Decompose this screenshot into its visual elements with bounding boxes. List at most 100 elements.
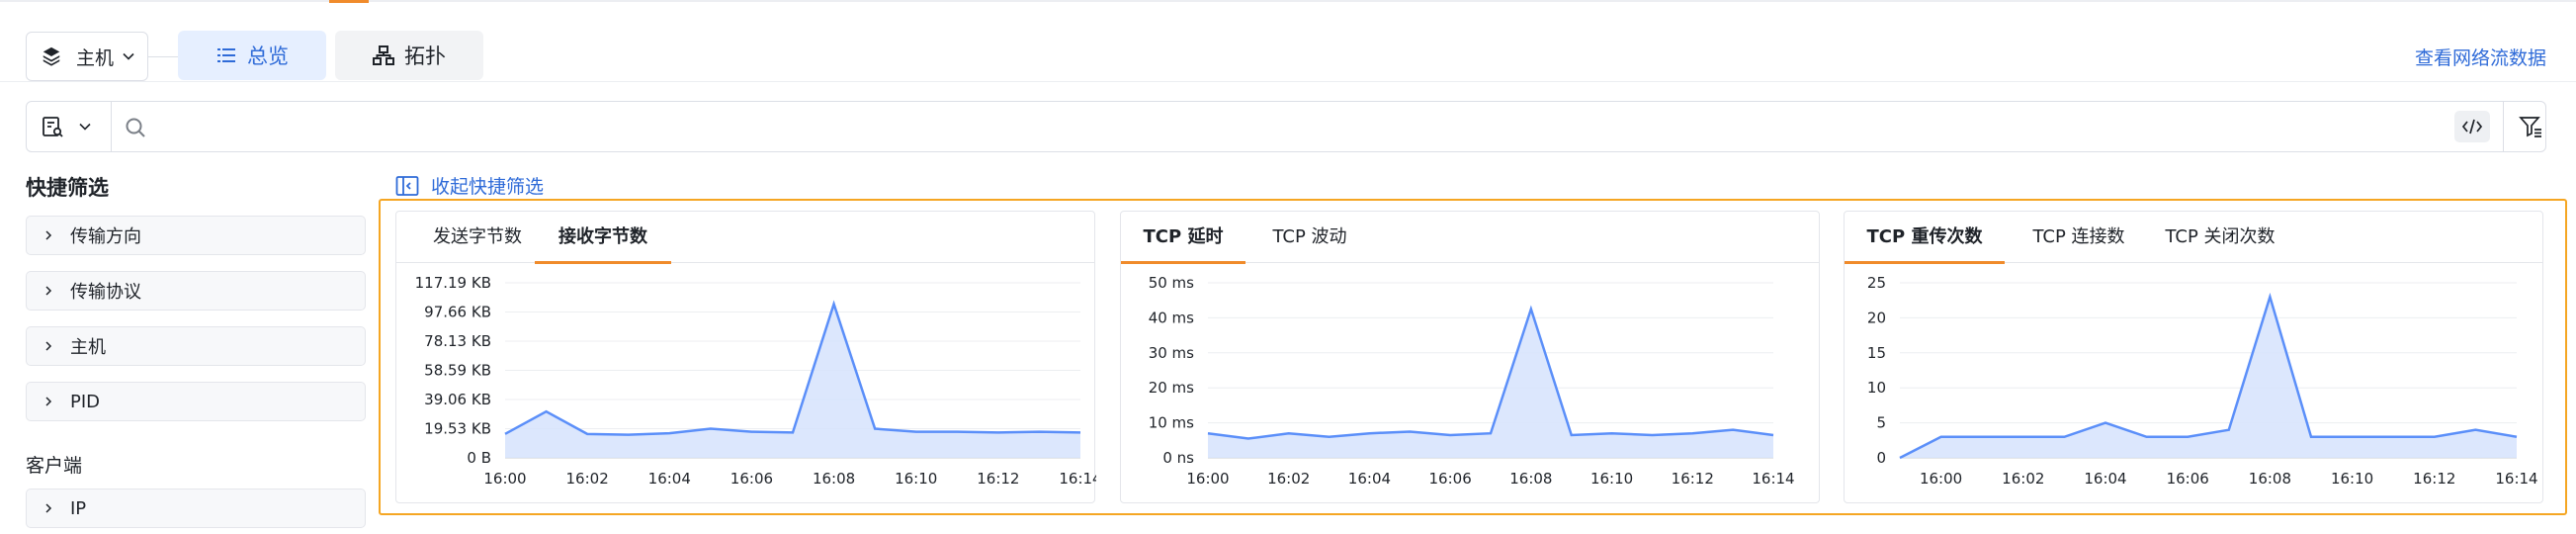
- tcp-retrans-chart-card: TCP 重传次数 TCP 连接数 TCP 关闭次数 0 5 10 15 20 25 16:00 16…: [1844, 211, 2543, 503]
- chart-tab[interactable]: 发送字节数: [408, 212, 547, 263]
- chevron-down-icon: [123, 52, 134, 60]
- y-tick-label: 15: [1867, 344, 1886, 362]
- y-tick-label: 20: [1867, 309, 1886, 326]
- filter-settings-icon[interactable]: [2518, 114, 2543, 139]
- x-tick-label: 16:02: [2002, 470, 2044, 488]
- x-tick-label: 16:06: [1429, 470, 1472, 488]
- document-icon: [43, 117, 63, 137]
- filter-item-2[interactable]: 主机: [26, 326, 366, 366]
- chevron-right-icon: [45, 341, 52, 351]
- y-tick-label: 58.59 KB: [424, 362, 491, 380]
- y-tick-label: 19.53 KB: [424, 420, 491, 438]
- y-tick-label: 0 B: [467, 449, 491, 467]
- y-tick-label: 0 ns: [1162, 449, 1194, 467]
- x-tick-label: 16:08: [2249, 470, 2291, 488]
- x-tick-label: 16:14: [1752, 470, 1794, 488]
- collapse-quick-filter-label: 收起快捷筛选: [431, 176, 545, 198]
- series-area: [1208, 309, 1773, 458]
- query-bar: [26, 101, 2546, 152]
- client-section-title: 客户端: [26, 455, 83, 477]
- x-tick-label: 16:04: [2084, 470, 2126, 488]
- x-tick-label: 16:02: [1267, 470, 1310, 488]
- top-border: [0, 0, 2576, 2]
- searchbar-divider: [2503, 102, 2504, 151]
- chart-tab[interactable]: TCP 延时: [1121, 212, 1245, 264]
- chevron-right-icon: [45, 286, 52, 296]
- x-tick-label: 16:08: [1509, 470, 1552, 488]
- x-tick-label: 16:06: [730, 470, 773, 488]
- tab-topology-label: 拓扑: [404, 44, 446, 68]
- series-line: [1207, 305, 1774, 440]
- chevron-right-icon: [45, 230, 52, 240]
- y-tick-label: 20 ms: [1149, 379, 1194, 397]
- chart-tab[interactable]: TCP 波动: [1255, 212, 1364, 263]
- collapse-panel-icon: [395, 175, 419, 196]
- x-tick-label: 16:14: [1059, 470, 1096, 488]
- chart-tabs: TCP 延时 TCP 波动: [1121, 212, 1819, 264]
- filter-item-label: 传输协议: [70, 282, 141, 303]
- series-line: [504, 300, 1081, 436]
- tab-overview[interactable]: 总览: [178, 31, 326, 80]
- chart-tab[interactable]: TCP 重传次数: [1845, 212, 2005, 264]
- topology-icon: [373, 45, 394, 65]
- filter-item-0[interactable]: 传输方向: [26, 216, 366, 255]
- chevron-right-icon: [45, 503, 52, 513]
- x-tick-label: 16:14: [2495, 470, 2537, 488]
- collapse-quick-filter-link[interactable]: 收起快捷筛选: [395, 172, 544, 199]
- view-flow-data-link[interactable]: 查看网络流数据: [2415, 44, 2546, 70]
- cube-icon: [43, 46, 60, 66]
- y-tick-label: 25: [1867, 274, 1886, 292]
- x-tick-label: 16:00: [1920, 470, 1962, 488]
- query-mode-select[interactable]: [27, 102, 112, 151]
- header-divider: [0, 81, 2576, 82]
- search-icon: [126, 118, 145, 137]
- host-select-label: 主机: [76, 46, 115, 69]
- host-type-select[interactable]: 主机: [26, 32, 148, 81]
- list-icon: [217, 48, 235, 62]
- active-page-indicator: [329, 0, 369, 3]
- filter-item-3[interactable]: PID: [26, 382, 366, 421]
- chart-tabs: 发送字节数 接收字节数: [396, 212, 1094, 264]
- x-tick-label: 16:12: [1672, 470, 1714, 488]
- chart-plot: 0 ns 10 ms 20 ms 30 ms 40 ms 50 ms 16:00 16:02 1…: [1149, 274, 1795, 488]
- tcp-latency-chart-card: TCP 延时 TCP 波动 0 ns 10 ms 20 ms 30 ms 40 ms 50 m…: [1120, 211, 1820, 503]
- chart-tab[interactable]: TCP 连接数: [2015, 212, 2143, 263]
- x-tick-label: 16:00: [1186, 470, 1229, 488]
- code-view-button[interactable]: [2454, 111, 2490, 142]
- filter-item-1[interactable]: 传输协议: [26, 271, 366, 311]
- y-tick-label: 78.13 KB: [424, 332, 491, 350]
- bytes-chart-card: 发送字节数 接收字节数 0 B 19.53 KB 39.06 KB 58.59 KB 78.…: [395, 211, 1096, 503]
- y-tick-label: 117.19 KB: [415, 274, 491, 292]
- y-tick-label: 97.66 KB: [424, 304, 491, 321]
- x-tick-label: 16:02: [566, 470, 609, 488]
- chart-plot: 0 B 19.53 KB 39.06 KB 58.59 KB 78.13 KB 97.66…: [415, 274, 1096, 488]
- y-tick-label: 0: [1876, 449, 1886, 467]
- chevron-right-icon: [45, 397, 52, 406]
- quick-filter-title: 快捷筛选: [26, 176, 109, 200]
- x-tick-label: 16:10: [895, 470, 937, 488]
- y-tick-label: 50 ms: [1149, 274, 1194, 292]
- chart-tabs: TCP 重传次数 TCP 连接数 TCP 关闭次数: [1845, 212, 2542, 264]
- y-tick-label: 5: [1876, 414, 1886, 432]
- client-filter-item-0[interactable]: IP: [26, 489, 366, 528]
- chevron-down-icon: [79, 123, 91, 131]
- chart-plot: 0 5 10 15 20 25 16:00 16:02 16:04 16:06 16:08 16:10…: [1867, 274, 2538, 488]
- y-tick-label: 40 ms: [1149, 309, 1194, 326]
- filter-item-label: 传输方向: [70, 226, 141, 247]
- y-tick-label: 30 ms: [1149, 344, 1194, 362]
- series-line: [1899, 292, 2518, 460]
- select-connector: [148, 56, 178, 57]
- search-input[interactable]: [155, 110, 2429, 143]
- y-tick-label: 10 ms: [1149, 414, 1194, 432]
- chart-tab[interactable]: TCP 关闭次数: [2151, 212, 2289, 263]
- x-tick-label: 16:10: [2331, 470, 2373, 488]
- x-tick-label: 16:04: [1348, 470, 1391, 488]
- tab-overview-label: 总览: [247, 44, 289, 68]
- chart-tab[interactable]: 接收字节数: [535, 212, 671, 264]
- code-icon: [2461, 119, 2483, 134]
- filter-item-label: PID: [70, 391, 101, 412]
- x-tick-label: 16:12: [2413, 470, 2455, 488]
- x-tick-label: 16:08: [813, 470, 855, 488]
- filter-item-label: 主机: [70, 337, 106, 358]
- tab-topology[interactable]: 拓扑: [335, 31, 483, 80]
